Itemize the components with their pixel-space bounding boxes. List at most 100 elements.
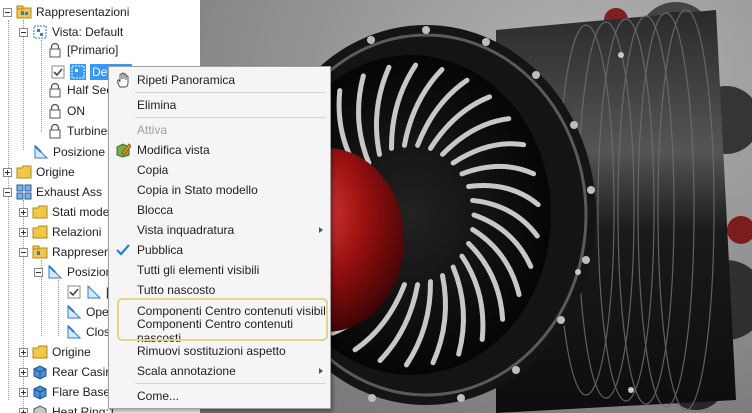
expand-toggle[interactable]	[19, 367, 28, 377]
tree-label: Relazioni	[52, 225, 102, 239]
menu-separator	[135, 92, 326, 93]
menu-label: Scala annotazione	[137, 364, 236, 378]
positional-rep-icon	[33, 144, 49, 160]
tree-label: Heat Ring:1	[52, 405, 116, 413]
tree-item-stati-modello[interactable]: Stati modello	[19, 202, 121, 222]
menu-item-copia-in-stato-modello[interactable]: Copia in Stato modello	[110, 180, 329, 200]
tree-item-origine-2[interactable]: Origine	[19, 342, 91, 362]
highlight-callout	[117, 298, 328, 341]
menu-item-tutto-nascosto[interactable]: Tutto nascosto	[110, 280, 329, 300]
menu-item-copia[interactable]: Copia	[110, 160, 329, 180]
menu-label: Rimuovi sostituzioni aspetto	[137, 344, 286, 358]
view-rep-icon	[70, 64, 86, 80]
folder-icon	[32, 204, 48, 220]
expand-toggle[interactable]	[19, 387, 28, 397]
tree-item-flare-base[interactable]: Flare Base:1	[19, 382, 120, 402]
menu-label: Modifica vista	[137, 143, 210, 157]
menu-item-rimuovi-sostituzioni[interactable]: Rimuovi sostituzioni aspetto	[110, 341, 329, 361]
positional-rep-icon	[66, 324, 82, 340]
representations-icon	[16, 4, 32, 20]
menu-separator	[135, 117, 326, 118]
checkbox-checked-icon[interactable]	[50, 64, 66, 80]
menu-separator	[135, 383, 326, 384]
collapse-toggle[interactable]	[34, 267, 43, 277]
tree-label: Posizione	[53, 145, 106, 159]
expand-toggle[interactable]	[19, 207, 28, 217]
folder-icon	[32, 344, 48, 360]
menu-label: Tutto nascosto	[137, 283, 216, 297]
menu-item-ripeti-panoramica[interactable]: Ripeti Panoramica	[110, 70, 329, 90]
lock-icon	[47, 82, 63, 98]
lock-icon	[47, 42, 63, 58]
submenu-arrow-icon	[319, 227, 323, 233]
part-icon	[32, 384, 48, 400]
tree-label: Rappresentazioni	[36, 5, 130, 19]
menu-label: Blocca	[137, 203, 174, 217]
expand-toggle[interactable]	[19, 227, 28, 237]
menu-label: Elimina	[137, 98, 177, 112]
menu-item-elimina[interactable]: Elimina	[110, 95, 329, 115]
positional-rep-icon	[66, 304, 82, 320]
expand-toggle[interactable]	[19, 347, 28, 357]
positional-rep-icon	[47, 264, 63, 280]
tree-item-primario[interactable]: [Primario]	[47, 40, 118, 60]
tree-item-exhaust-ass[interactable]: Exhaust Ass	[3, 182, 102, 202]
positional-rep-icon	[86, 284, 102, 300]
tree-item-rappresenta[interactable]: Rappresenta	[19, 242, 121, 262]
menu-label: Tutti gli elementi visibili	[137, 263, 260, 277]
tree-label: Exhaust Ass	[36, 185, 103, 199]
menu-item-vista-inquadratura[interactable]: Vista inquadratura	[110, 220, 329, 240]
tree-item-heat-ring[interactable]: Heat Ring:1	[19, 402, 115, 413]
tree-label: [Primario]	[67, 43, 119, 57]
tree-label: Origine	[52, 345, 91, 359]
collapse-toggle[interactable]	[19, 27, 28, 37]
tree-item-half-sect[interactable]: Half Sect	[47, 80, 116, 100]
collapse-toggle[interactable]	[3, 7, 12, 17]
menu-label: Attiva	[137, 123, 168, 137]
menu-item-attiva: Attiva	[110, 120, 329, 140]
tree-item-on[interactable]: ON	[47, 101, 85, 121]
menu-label: Vista inquadratura	[137, 223, 235, 237]
folder-icon	[32, 224, 48, 240]
menu-label: Copia in Stato modello	[137, 183, 258, 197]
submenu-arrow-icon	[319, 368, 323, 374]
part-icon	[32, 404, 48, 413]
expand-toggle[interactable]	[19, 407, 28, 413]
menu-label: Copia	[137, 163, 169, 177]
representations-icon	[32, 244, 48, 260]
tree-item-relazioni[interactable]: Relazioni	[19, 222, 101, 242]
tree-item-turbines[interactable]: Turbines	[47, 121, 113, 141]
menu-item-scala-annotazione[interactable]: Scala annotazione	[110, 361, 329, 381]
menu-item-modifica-vista[interactable]: Modifica vista	[110, 140, 329, 160]
tree-item-vista-default[interactable]: Vista: Default	[19, 22, 123, 42]
collapse-toggle[interactable]	[3, 187, 12, 197]
tree-label: ON	[67, 104, 85, 118]
menu-item-blocca[interactable]: Blocca	[110, 200, 329, 220]
lock-icon	[47, 123, 63, 139]
checkbox-checked-icon[interactable]	[66, 284, 82, 300]
menu-item-pubblica[interactable]: Pubblica	[110, 240, 329, 260]
expand-toggle[interactable]	[3, 167, 12, 177]
menu-label: Ripeti Panoramica	[137, 73, 236, 87]
context-menu: Ripeti Panoramica Elimina Attiva Modific…	[108, 66, 331, 409]
tree-label: Vista: Default	[52, 25, 124, 39]
menu-label: Pubblica	[137, 243, 184, 257]
tree-label: Posizion	[67, 265, 113, 279]
hand-pan-icon	[115, 72, 131, 88]
tree-item-rear-casing[interactable]: Rear Casing	[19, 362, 119, 382]
tree-label: Origine	[36, 165, 75, 179]
view-rep-icon	[32, 24, 48, 40]
tree-item-rappresentazioni[interactable]: Rappresentazioni	[3, 2, 129, 22]
checkmark-icon	[115, 242, 131, 258]
tree-label: Turbines	[67, 124, 114, 138]
tree-item-origine[interactable]: Origine	[3, 162, 75, 182]
menu-item-come[interactable]: Come...	[110, 386, 329, 406]
tree-item-posizion[interactable]: Posizion	[34, 262, 112, 282]
lock-icon	[47, 103, 63, 119]
menu-item-tutti-visibili[interactable]: Tutti gli elementi visibili	[110, 260, 329, 280]
collapse-toggle[interactable]	[19, 247, 28, 257]
folder-icon	[16, 164, 32, 180]
part-icon	[32, 364, 48, 380]
tree-item-posizione[interactable]: Posizione	[33, 142, 105, 162]
edit-view-icon	[115, 142, 132, 158]
